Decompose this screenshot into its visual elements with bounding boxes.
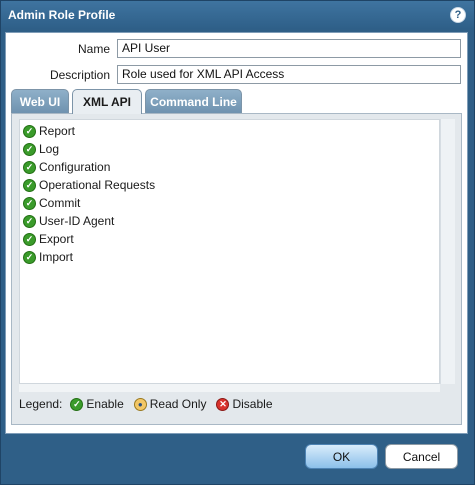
enable-check-icon[interactable]: ✓ — [23, 214, 36, 228]
list-item-operational-requests[interactable]: ✓ Operational Requests — [23, 176, 155, 194]
list-item-log[interactable]: ✓ Log — [23, 140, 59, 158]
list-item-configuration[interactable]: ✓ Configuration — [23, 158, 110, 176]
enable-check-icon[interactable]: ✓ — [23, 196, 36, 210]
description-row: Description Role used for XML API Access — [6, 65, 467, 85]
list-item-import[interactable]: ✓ Import — [23, 248, 73, 266]
enable-check-icon[interactable]: ✓ — [23, 250, 36, 264]
permission-list: ✓ Report ✓ Log ✓ Configuration ✓ Operati… — [19, 119, 440, 384]
list-item-user-id-agent[interactable]: ✓ User-ID Agent — [23, 212, 114, 230]
enable-legend-icon: ✓ — [70, 397, 84, 411]
vertical-scrollbar[interactable] — [440, 119, 455, 384]
admin-role-profile-dialog: Admin Role Profile ? Name API User Descr… — [0, 0, 475, 485]
tab-xml-api[interactable]: XML API — [72, 89, 142, 114]
list-item-export[interactable]: ✓ Export — [23, 230, 74, 248]
tab-bar: Web UI XML API Command Line — [11, 89, 466, 114]
enable-check-icon[interactable]: ✓ — [23, 232, 36, 246]
tab-web-ui[interactable]: Web UI — [11, 89, 69, 113]
name-field[interactable]: API User — [117, 39, 461, 58]
dialog-title: Admin Role Profile — [8, 8, 116, 22]
dialog-panel: Name API User Description Role used for … — [5, 32, 468, 434]
item-label: Report — [39, 124, 76, 138]
enable-check-icon[interactable]: ✓ — [23, 178, 36, 192]
description-field[interactable]: Role used for XML API Access — [117, 65, 461, 84]
horizontal-scrollbar[interactable] — [19, 384, 440, 392]
item-label: Export — [39, 232, 74, 246]
tab-command-line[interactable]: Command Line — [145, 89, 242, 113]
item-label: User-ID Agent — [39, 214, 115, 228]
item-label: Commit — [39, 196, 81, 210]
disable-legend-icon: ✕ — [216, 397, 230, 411]
list-item-commit[interactable]: ✓ Commit — [23, 194, 80, 212]
item-label: Import — [39, 250, 74, 264]
enable-check-icon[interactable]: ✓ — [23, 124, 36, 138]
name-row: Name API User — [6, 39, 467, 59]
legend-enable-label: Enable — [86, 397, 124, 411]
legend-title: Legend: — [19, 397, 63, 411]
tab-content: ✓ Report ✓ Log ✓ Configuration ✓ Operati… — [11, 113, 462, 425]
name-label: Name — [77, 42, 110, 56]
enable-check-icon[interactable]: ✓ — [23, 142, 36, 156]
legend-read-only-label: Read Only — [149, 397, 207, 411]
description-label: Description — [49, 68, 110, 82]
title-bar: Admin Role Profile ? — [1, 1, 474, 29]
list-item-report[interactable]: ✓ Report — [23, 122, 75, 140]
enable-check-icon[interactable]: ✓ — [23, 160, 36, 174]
legend: Legend: ✓ Enable ● Read Only ✕ Disable — [19, 395, 273, 413]
item-label: Configuration — [39, 160, 111, 174]
help-icon[interactable]: ? — [450, 7, 466, 23]
item-label: Operational Requests — [39, 178, 156, 192]
read-only-legend-icon: ● — [133, 397, 147, 411]
ok-button[interactable]: OK — [305, 444, 378, 469]
legend-disable-label: Disable — [232, 397, 273, 411]
cancel-button[interactable]: Cancel — [385, 444, 458, 469]
item-label: Log — [39, 142, 60, 156]
